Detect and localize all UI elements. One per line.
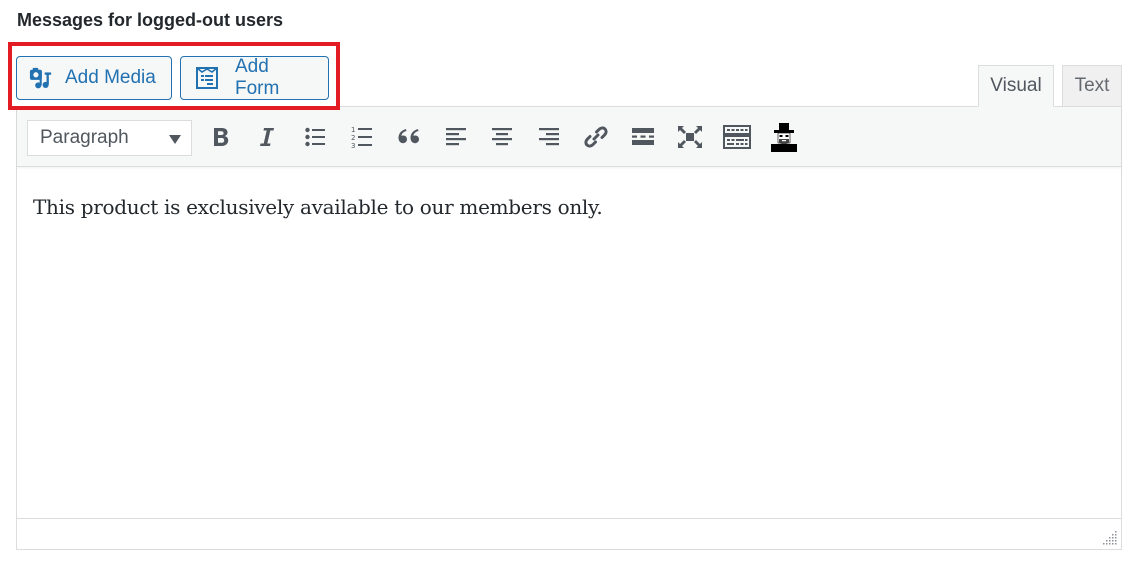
svg-text:3: 3 [351, 142, 355, 149]
toolbar-toggle-button[interactable] [719, 119, 755, 155]
italic-button[interactable] [249, 119, 285, 155]
bulleted-list-button[interactable] [297, 119, 333, 155]
editor-toolbar: Paragraph 1 2 3 [17, 107, 1121, 167]
blockquote-icon [397, 127, 421, 147]
add-form-button[interactable]: Add Form [180, 56, 329, 100]
rich-text-editor: Paragraph 1 2 3 This product is exclusiv… [16, 106, 1122, 550]
format-select-value: Paragraph [40, 127, 129, 148]
keyboard-icon [723, 125, 751, 149]
chevron-down-icon [169, 135, 181, 144]
link-icon [583, 124, 609, 150]
align-left-icon [445, 126, 467, 148]
align-center-icon [491, 126, 513, 148]
resize-handle[interactable] [1103, 531, 1117, 545]
editor-statusbar [17, 518, 1121, 549]
format-select[interactable]: Paragraph [27, 120, 192, 156]
tab-visual[interactable]: Visual [978, 65, 1054, 107]
add-media-label: Add Media [65, 67, 156, 88]
editor-content[interactable]: This product is exclusively available to… [33, 195, 603, 219]
svg-text:1: 1 [351, 126, 355, 134]
resize-grip-icon [1103, 531, 1117, 545]
section-title: Messages for logged-out users [17, 10, 284, 30]
align-center-button[interactable] [484, 119, 520, 155]
bold-icon [211, 126, 231, 148]
editor-section: Messages for logged-out users Add Media [0, 0, 1138, 565]
fullscreen-button[interactable] [672, 119, 708, 155]
align-right-button[interactable] [531, 119, 567, 155]
read-more-icon [631, 127, 655, 147]
bold-button[interactable] [203, 119, 239, 155]
numbered-list-button[interactable]: 1 2 3 [344, 119, 380, 155]
media-camera-music-icon [29, 66, 53, 90]
fullscreen-icon [677, 125, 703, 149]
svg-text:2: 2 [351, 134, 355, 142]
italic-icon [257, 126, 277, 148]
add-media-button[interactable]: Add Media [16, 56, 172, 100]
add-form-label: Add Form [235, 56, 280, 99]
align-left-button[interactable] [438, 119, 474, 155]
read-more-button[interactable] [625, 119, 661, 155]
align-right-icon [538, 126, 560, 148]
numbered-list-icon: 1 2 3 [351, 125, 373, 149]
blockquote-button[interactable] [391, 119, 427, 155]
man-with-hat-icon [769, 122, 799, 152]
form-icon [195, 66, 219, 90]
insert-link-button[interactable] [578, 119, 614, 155]
bulleted-list-icon [304, 126, 326, 148]
tab-text[interactable]: Text [1062, 65, 1122, 107]
plugin-avatar-button[interactable] [766, 119, 802, 155]
